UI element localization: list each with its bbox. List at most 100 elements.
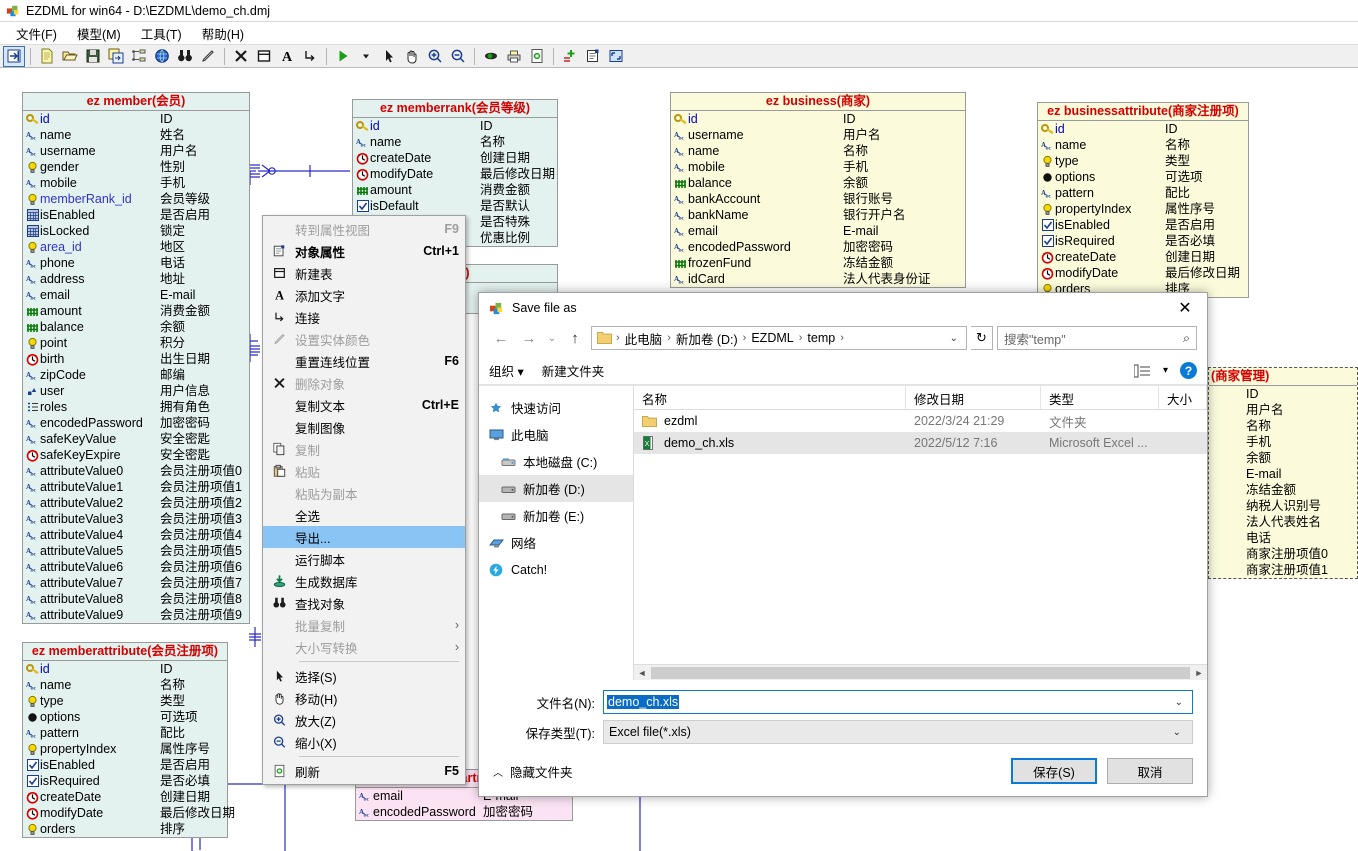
- horizontal-scrollbar[interactable]: ◄ ►: [634, 664, 1207, 680]
- context-menu-item[interactable]: 复制文本 Ctrl+E: [263, 394, 465, 416]
- up-arrow-icon[interactable]: ↑: [563, 326, 587, 350]
- column-header-size[interactable]: 大小: [1159, 386, 1207, 409]
- pencil-icon[interactable]: [197, 46, 219, 67]
- save-file-dialog[interactable]: Save file as ✕ ← → ⌄ ↑ › 此电脑 › 新加卷 (D:) …: [478, 292, 1208, 797]
- breadcrumb-item-2[interactable]: EZDML: [748, 331, 796, 345]
- column-header-type[interactable]: 类型: [1041, 386, 1159, 409]
- canvas-context-menu[interactable]: 转到属性视图 F9 对象属性 Ctrl+1 新建表 A 添加文字 连接 设置实体颜色 重置连线位置…: [262, 215, 466, 785]
- sidebar-item-1[interactable]: 此电脑: [479, 421, 633, 448]
- recent-chevron-icon[interactable]: ⌄: [545, 326, 559, 350]
- sidebar-item-3[interactable]: 新加卷 (D:): [479, 475, 633, 502]
- pan-hand-icon[interactable]: [401, 46, 423, 67]
- help-icon[interactable]: ?: [1180, 362, 1197, 379]
- chevron-down-icon[interactable]: ⌄: [1167, 727, 1187, 738]
- context-menu-item[interactable]: 连接: [263, 306, 465, 328]
- context-menu-item[interactable]: 选择(S): [263, 665, 465, 687]
- eye-preview-icon[interactable]: [480, 46, 502, 67]
- sidebar-item-4[interactable]: 新加卷 (E:): [479, 502, 633, 529]
- breadcrumb-item-1[interactable]: 新加卷 (D:): [673, 329, 741, 348]
- connect-link-icon[interactable]: [299, 46, 321, 67]
- context-menu-item[interactable]: 移动(H): [263, 687, 465, 709]
- field-comment: 是否必填: [160, 774, 211, 788]
- file-row[interactable]: Xdemo_ch.xls 2022/5/12 7:16 Microsoft Exce…: [634, 432, 1207, 454]
- ez-businessmanage-table[interactable]: (商家管理) ID 用户名 名称 手机 余额 E-mail 冻结金额 纳税人识别号 法人代表姓名…: [1208, 367, 1358, 579]
- dialog-sidebar[interactable]: 快速访问 此电脑 本地磁盘 (C:) 新加卷 (D:) 新加卷 (E:) 网络 Catch!: [479, 386, 634, 680]
- save-all-icon[interactable]: [105, 46, 127, 67]
- hide-folders-toggle[interactable]: ︿ 隐藏文件夹: [493, 762, 573, 781]
- export-arrow-icon[interactable]: [3, 45, 25, 67]
- back-arrow-icon[interactable]: ←: [489, 326, 513, 350]
- context-menu-item[interactable]: 生成数据库: [263, 570, 465, 592]
- zoom-out-icon[interactable]: [447, 46, 469, 67]
- column-header-name[interactable]: 名称: [634, 386, 906, 409]
- chevron-down-icon[interactable]: ⌄: [944, 333, 964, 344]
- column-header-modified[interactable]: 修改日期: [906, 386, 1041, 409]
- file-list-panel[interactable]: 名称 修改日期 类型 大小 ezdml 2022/3/24 21:29 文件夹 Xde…: [634, 386, 1207, 680]
- new-table-icon[interactable]: [253, 46, 275, 67]
- ez-member-table[interactable]: ez member(会员) id ID Abc name 姓名 Abc username 用户…: [22, 92, 250, 624]
- ez-business-table[interactable]: ez business(商家) id ID Abc username 用户名 Abc nam…: [670, 92, 966, 288]
- save-button[interactable]: 保存(S): [1011, 758, 1097, 784]
- context-menu-item[interactable]: 查找对象: [263, 592, 465, 614]
- open-folder-icon[interactable]: [59, 46, 81, 67]
- sidebar-item-6[interactable]: Catch!: [479, 556, 633, 583]
- globe-icon[interactable]: [151, 46, 173, 67]
- context-menu-item[interactable]: 运行脚本: [263, 548, 465, 570]
- scroll-left-icon[interactable]: ◄: [634, 668, 650, 678]
- add-entity-icon[interactable]: [559, 46, 581, 67]
- new-document-icon[interactable]: [36, 46, 58, 67]
- breadcrumb-item-3[interactable]: temp: [804, 331, 838, 345]
- binoculars-icon[interactable]: [174, 46, 196, 67]
- properties-icon[interactable]: [582, 46, 604, 67]
- close-icon[interactable]: ✕: [1163, 293, 1207, 323]
- context-menu-item[interactable]: A 添加文字: [263, 284, 465, 306]
- sidebar-item-5[interactable]: 网络: [479, 529, 633, 556]
- field-name: point: [40, 336, 68, 350]
- context-menu-item[interactable]: 缩小(X): [263, 731, 465, 753]
- forward-arrow-icon[interactable]: →: [517, 326, 541, 350]
- breadcrumb-item-0[interactable]: 此电脑: [622, 329, 666, 348]
- context-menu-item[interactable]: 对象属性 Ctrl+1: [263, 240, 465, 262]
- context-menu-item[interactable]: 全选: [263, 504, 465, 526]
- refresh-doc-icon[interactable]: [526, 46, 548, 67]
- scroll-right-icon[interactable]: ►: [1191, 668, 1207, 678]
- menu-file[interactable]: 文件(F): [6, 22, 67, 45]
- save-disk-icon[interactable]: [82, 46, 104, 67]
- context-menu-item[interactable]: 重置连线位置 F6: [263, 350, 465, 372]
- field-comment: 会员等级: [160, 192, 211, 206]
- view-chevron-icon[interactable]: ▾: [1163, 365, 1168, 376]
- context-menu-item[interactable]: 刷新 F5: [263, 760, 465, 782]
- zoom-in-icon[interactable]: [424, 46, 446, 67]
- ez-memberattribute-table[interactable]: ez memberattribute(会员注册项) id ID Abc name 名称 t…: [22, 642, 235, 838]
- run-play-icon[interactable]: [332, 46, 354, 67]
- menu-help[interactable]: 帮助(H): [192, 22, 254, 45]
- context-menu-item[interactable]: 导出...: [263, 526, 465, 548]
- cancel-button[interactable]: 取消: [1107, 758, 1193, 784]
- context-menu-item[interactable]: 放大(Z): [263, 709, 465, 731]
- search-input[interactable]: 搜索"temp" ⌕: [997, 326, 1197, 350]
- filetype-select[interactable]: Excel file(*.xls) ⌄: [603, 720, 1193, 744]
- view-list-icon[interactable]: [1133, 364, 1151, 378]
- context-menu-item[interactable]: 新建表: [263, 262, 465, 284]
- fit-screen-icon[interactable]: [605, 46, 627, 67]
- sidebar-item-0[interactable]: 快速访问: [479, 394, 633, 421]
- new-folder-button[interactable]: 新建文件夹: [542, 361, 605, 380]
- menu-model[interactable]: 模型(M): [67, 22, 131, 45]
- add-text-icon[interactable]: A: [276, 46, 298, 67]
- context-menu-item[interactable]: 复制图像: [263, 416, 465, 438]
- delete-x-icon[interactable]: [230, 46, 252, 67]
- breadcrumb[interactable]: › 此电脑 › 新加卷 (D:) › EZDML › temp › ⌄: [591, 326, 967, 350]
- organize-button[interactable]: 组织 ▾: [489, 361, 524, 380]
- print-icon[interactable]: [503, 46, 525, 67]
- ez-businessattribute-table[interactable]: ez businessattribute(商家注册项) id ID Abc name 名…: [1037, 102, 1249, 298]
- file-row[interactable]: ezdml 2022/3/24 21:29 文件夹: [634, 410, 1207, 432]
- menu-tools[interactable]: 工具(T): [131, 22, 192, 45]
- structure-tree-icon[interactable]: [128, 46, 150, 67]
- refresh-icon[interactable]: ↻: [971, 326, 993, 350]
- sidebar-item-2[interactable]: 本地磁盘 (C:): [479, 448, 633, 475]
- chevron-down-icon[interactable]: ⌄: [1169, 697, 1189, 708]
- dropdown-caret-icon[interactable]: [355, 46, 377, 67]
- filename-input[interactable]: demo_ch.xls ⌄: [603, 690, 1193, 714]
- select-arrow-icon[interactable]: [378, 46, 400, 67]
- scrollbar-thumb[interactable]: [651, 666, 1190, 679]
